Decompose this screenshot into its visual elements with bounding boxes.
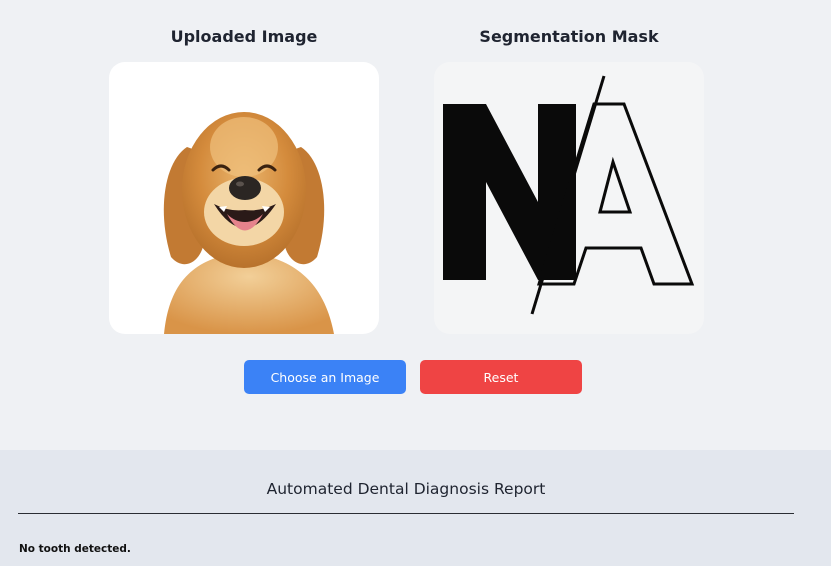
- golden-retriever-image: [163, 112, 334, 334]
- choose-image-button[interactable]: Choose an Image: [244, 360, 406, 394]
- report-title: Automated Dental Diagnosis Report: [266, 480, 546, 498]
- segmentation-mask-panel: [434, 62, 704, 334]
- diagnosis-report-section: Automated Dental Diagnosis Report No too…: [0, 450, 831, 566]
- upload-section: Uploaded Image Segmentation Mask Choose …: [0, 0, 831, 450]
- uploaded-image-panel: [109, 62, 379, 334]
- na-placeholder-image: [443, 75, 695, 315]
- report-result-text: No tooth detected.: [19, 543, 131, 555]
- uploaded-image-title: Uploaded Image: [170, 27, 318, 46]
- reset-button[interactable]: Reset: [420, 360, 582, 394]
- report-divider: [18, 513, 794, 514]
- segmentation-mask-title: Segmentation Mask: [479, 27, 659, 46]
